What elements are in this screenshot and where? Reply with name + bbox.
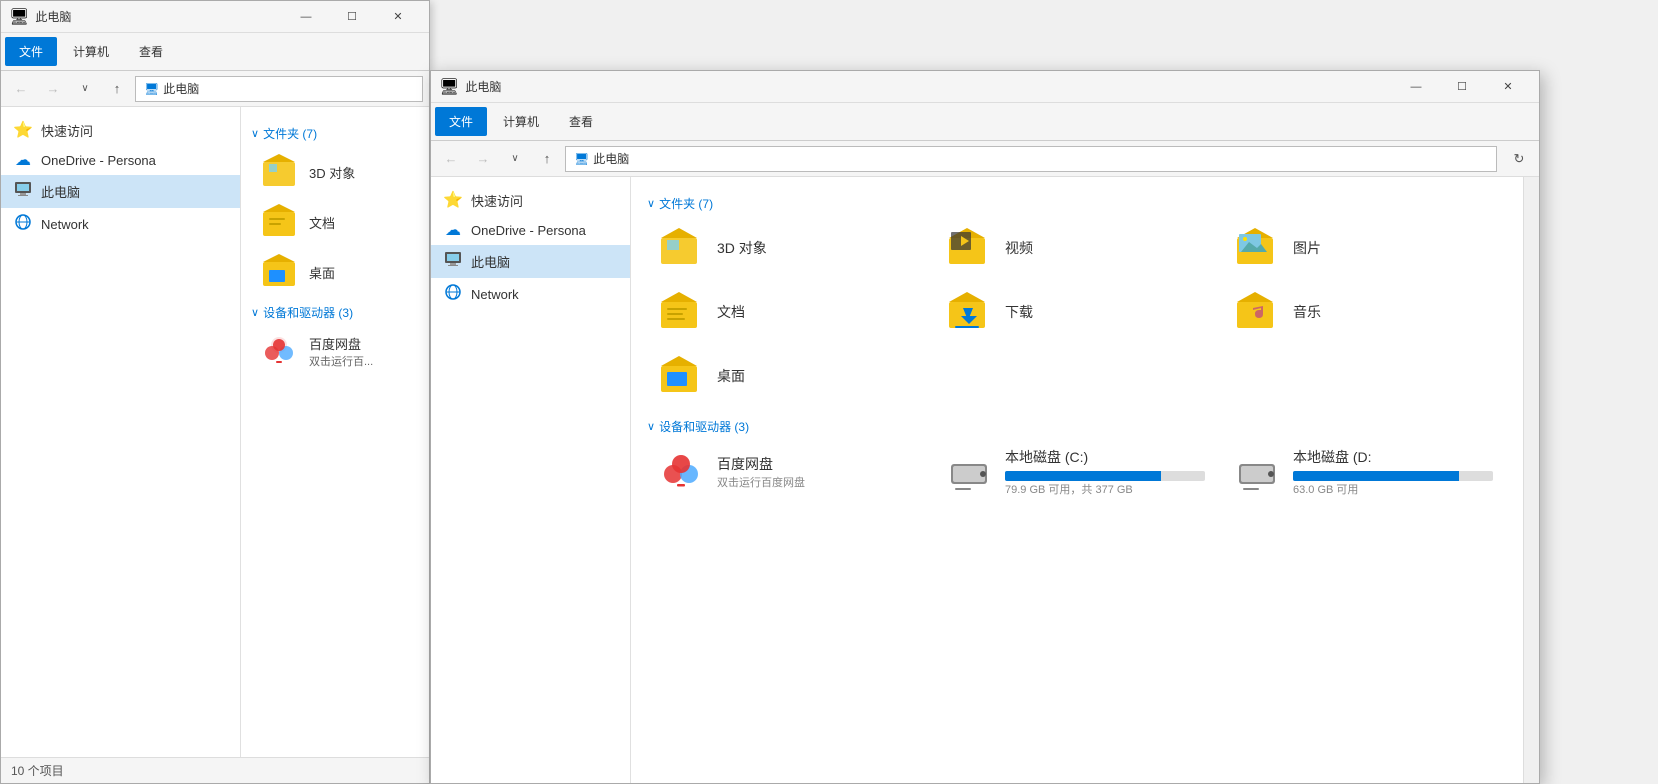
computer-icon xyxy=(13,180,33,203)
right-overflow xyxy=(1540,0,1658,784)
up-btn1[interactable]: ↑ xyxy=(103,75,131,103)
tab1-file[interactable]: 文件 xyxy=(5,37,57,66)
item-baidu2[interactable]: 百度网盘 双击运行百度网盘 xyxy=(647,441,931,503)
tab1-computer[interactable]: 计算机 xyxy=(59,37,123,66)
statusbar1: 10 个项目 xyxy=(1,757,429,783)
maximize-button1[interactable]: ☐ xyxy=(329,1,375,33)
sidebar2-onedrive[interactable]: ☁ OneDrive - Persona xyxy=(431,215,630,245)
window1: 🖥 此电脑 — ☐ ✕ 文件 计算机 查看 ← → ∨ ↑ 🖥 此电脑 ⭐ 快速… xyxy=(0,0,430,784)
star-icon2: ⭐ xyxy=(443,190,463,210)
window2-main: 文件夹 (7) 3D 对象 xyxy=(631,177,1523,783)
forward-btn2[interactable]: → xyxy=(469,145,497,173)
titlebar1: 🖥 此电脑 — ☐ ✕ xyxy=(1,1,429,33)
sidebar1-network[interactable]: Network xyxy=(1,208,240,241)
sidebar2-this-pc[interactable]: 此电脑 xyxy=(431,245,630,278)
tab1-view[interactable]: 查看 xyxy=(125,37,177,66)
sidebar1-onedrive[interactable]: ☁ OneDrive - Persona xyxy=(1,145,240,175)
dropdown-btn1[interactable]: ∨ xyxy=(71,75,99,103)
item-drive-d2[interactable]: 本地磁盘 (D: 63.0 GB 可用 xyxy=(1223,441,1507,503)
window1-body: ⭐ 快速访问 ☁ OneDrive - Persona 此电脑 Network xyxy=(1,107,429,757)
item-pictures2[interactable]: 图片 xyxy=(1223,218,1507,278)
scrollbar2[interactable] xyxy=(1523,177,1539,783)
window2: 🖥 此电脑 — ☐ ✕ 文件 计算机 查看 ← → ∨ ↑ 🖥 此电脑 ↻ ⭐ … xyxy=(430,70,1540,784)
window2-title: 此电脑 xyxy=(465,78,1387,95)
close-button1[interactable]: ✕ xyxy=(375,1,421,33)
sidebar1: ⭐ 快速访问 ☁ OneDrive - Persona 此电脑 Network xyxy=(1,107,241,757)
close-button2[interactable]: ✕ xyxy=(1485,71,1531,103)
cloud-icon: ☁ xyxy=(13,150,33,170)
window1-app-icon: 🖥 xyxy=(9,7,29,27)
item-docs1[interactable]: 文档 xyxy=(251,198,419,246)
computer-icon2 xyxy=(443,250,463,273)
ribbon2: 文件 计算机 查看 xyxy=(431,103,1539,141)
item-baidu1[interactable]: 百度网盘 双击运行百... xyxy=(251,327,419,375)
item-3d-objects2[interactable]: 3D 对象 xyxy=(647,218,931,278)
up-btn2[interactable]: ↑ xyxy=(533,145,561,173)
tab2-computer[interactable]: 计算机 xyxy=(489,107,553,136)
sidebar1-this-pc[interactable]: 此电脑 xyxy=(1,175,240,208)
window2-app-icon: 🖥 xyxy=(439,77,459,97)
item-downloads2[interactable]: 下载 xyxy=(935,282,1219,342)
item-drive-c2[interactable]: 本地磁盘 (C:) 79.9 GB 可用，共 377 GB xyxy=(935,441,1219,503)
item-3d-objects1[interactable]: 3D 对象 xyxy=(251,148,419,196)
drives-grid1: 百度网盘 双击运行百... xyxy=(251,327,419,375)
forward-btn1[interactable]: → xyxy=(39,75,67,103)
item-music2[interactable]: 音乐 xyxy=(1223,282,1507,342)
section-folders1: 文件夹 (7) xyxy=(251,125,419,142)
address-bar1[interactable]: 🖥 此电脑 xyxy=(135,76,423,102)
titlebar2-buttons: — ☐ ✕ xyxy=(1393,71,1531,103)
cloud-icon2: ☁ xyxy=(443,220,463,240)
item-video2[interactable]: 视频 xyxy=(935,218,1219,278)
back-btn1[interactable]: ← xyxy=(7,75,35,103)
sidebar1-quick-access[interactable]: ⭐ 快速访问 xyxy=(1,115,240,145)
nav-bar1: ← → ∨ ↑ 🖥 此电脑 xyxy=(1,71,429,107)
folders-grid2: 3D 对象 视频 xyxy=(647,218,1507,406)
window2-body: ⭐ 快速访问 ☁ OneDrive - Persona 此电脑 Network xyxy=(431,177,1539,783)
back-btn2[interactable]: ← xyxy=(437,145,465,173)
titlebar2: 🖥 此电脑 — ☐ ✕ xyxy=(431,71,1539,103)
sidebar2: ⭐ 快速访问 ☁ OneDrive - Persona 此电脑 Network xyxy=(431,177,631,783)
maximize-button2[interactable]: ☐ xyxy=(1439,71,1485,103)
network-icon2 xyxy=(443,283,463,306)
item-docs2[interactable]: 文档 xyxy=(647,282,931,342)
nav-bar2: ← → ∨ ↑ 🖥 此电脑 ↻ xyxy=(431,141,1539,177)
tab2-view[interactable]: 查看 xyxy=(555,107,607,136)
item-desktop1[interactable]: 桌面 xyxy=(251,248,419,296)
titlebar1-buttons: — ☐ ✕ xyxy=(283,1,421,33)
sidebar2-quick-access[interactable]: ⭐ 快速访问 xyxy=(431,185,630,215)
minimize-button2[interactable]: — xyxy=(1393,71,1439,103)
item-desktop2[interactable]: 桌面 xyxy=(647,346,931,406)
address-bar2[interactable]: 🖥 此电脑 xyxy=(565,146,1497,172)
window1-main: 文件夹 (7) 3D 对象 xyxy=(241,107,429,757)
sidebar2-network[interactable]: Network xyxy=(431,278,630,311)
tab2-file[interactable]: 文件 xyxy=(435,107,487,136)
star-icon: ⭐ xyxy=(13,120,33,140)
dropdown-btn2[interactable]: ∨ xyxy=(501,145,529,173)
section-drives1: 设备和驱动器 (3) xyxy=(251,304,419,321)
folders-grid1: 3D 对象 文档 xyxy=(251,148,419,296)
minimize-button1[interactable]: — xyxy=(283,1,329,33)
section-folders2: 文件夹 (7) xyxy=(647,195,1507,212)
refresh-btn2[interactable]: ↻ xyxy=(1505,145,1533,173)
drives-grid2: 百度网盘 双击运行百度网盘 本地磁盘 (C:) xyxy=(647,441,1507,503)
section-drives2: 设备和驱动器 (3) xyxy=(647,418,1507,435)
drive-c-bar xyxy=(1005,471,1205,481)
network-icon1 xyxy=(13,213,33,236)
ribbon1: 文件 计算机 查看 xyxy=(1,33,429,71)
drive-d-bar xyxy=(1293,471,1493,481)
window1-title: 此电脑 xyxy=(35,8,277,25)
